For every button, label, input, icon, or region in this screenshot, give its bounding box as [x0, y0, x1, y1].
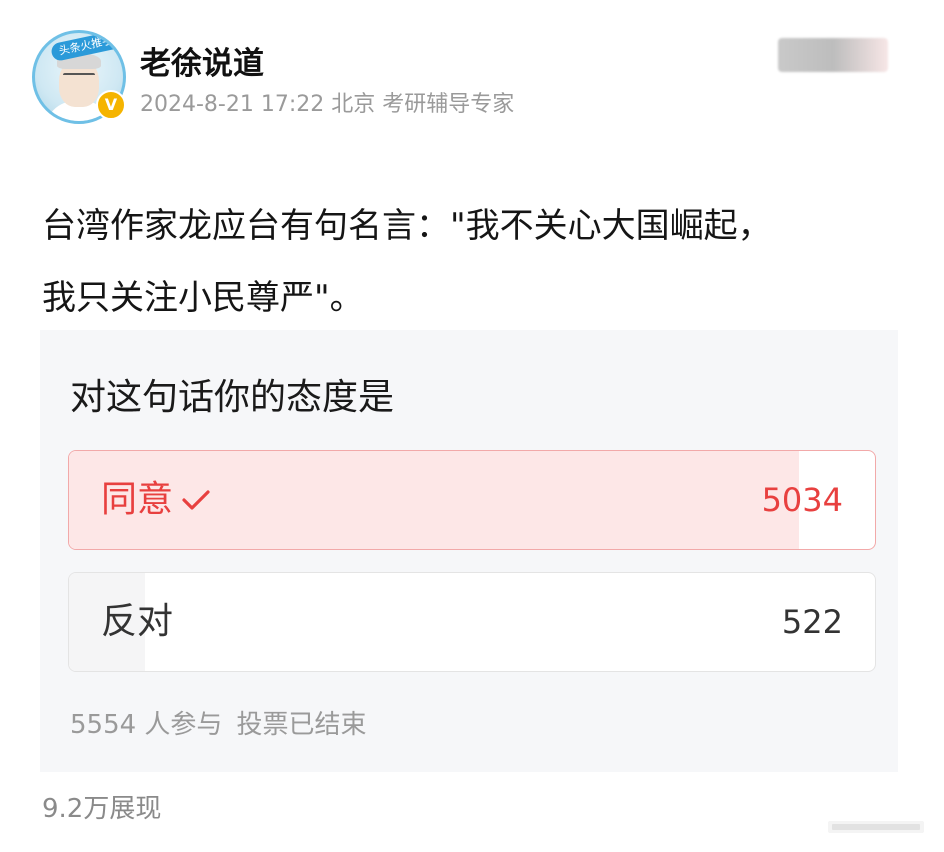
post-body: 台湾作家龙应台有句名言："我不关心大国崛起， 我只关注小民尊严"。	[42, 190, 902, 334]
verified-icon: V	[96, 90, 126, 120]
watermark-icon	[828, 821, 924, 833]
post-page: 头条火推手 V 老徐说道 2024-8-21 17:22 北京 考研辅导专家 台…	[0, 0, 944, 852]
poll-option-count: 5034	[761, 481, 843, 519]
check-icon	[181, 452, 211, 549]
poll-participants: 5554 人参与	[70, 710, 223, 740]
follow-button[interactable]	[778, 38, 888, 72]
poll-option-agree[interactable]: 同意 5034	[68, 450, 876, 550]
view-count: 9.2万展现	[42, 794, 162, 824]
post-timestamp: 2024-8-21 17:22	[140, 92, 325, 117]
poll-option-label: 同意	[101, 479, 174, 520]
post-meta: 2024-8-21 17:22 北京 考研辅导专家	[140, 86, 514, 118]
author-name[interactable]: 老徐说道	[140, 38, 264, 83]
post-text-line: 我只关注小民尊严"。	[42, 278, 364, 318]
poll-card: 对这句话你的态度是 同意 5034 反对 522 5554 人参与 投票已结束	[40, 330, 898, 772]
avatar[interactable]: 头条火推手 V	[32, 30, 128, 126]
poll-option-disagree[interactable]: 反对 522	[68, 572, 876, 672]
poll-footer: 5554 人参与 投票已结束	[70, 704, 366, 741]
poll-question: 对这句话你的态度是	[70, 377, 395, 418]
author-role: 考研辅导专家	[382, 92, 515, 117]
poll-option-count: 522	[781, 603, 843, 641]
post-location: 北京	[331, 92, 376, 117]
poll-status: 投票已结束	[236, 710, 367, 740]
poll-option-label: 反对	[101, 601, 174, 642]
post-text-line: 台湾作家龙应台有句名言："我不关心大国崛起，	[42, 206, 772, 246]
